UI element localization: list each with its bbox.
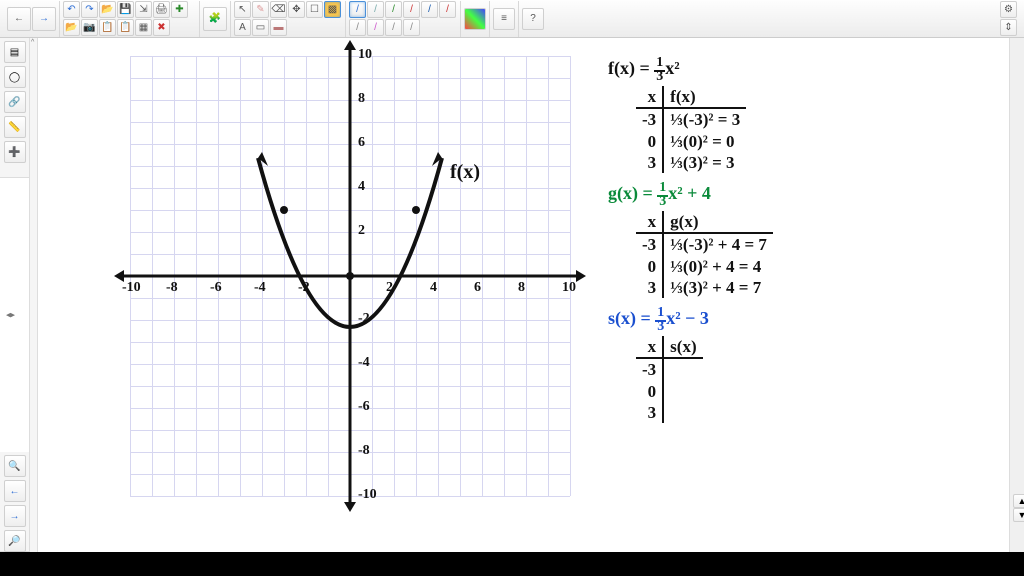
folder-button[interactable]: 📂 — [63, 19, 80, 36]
x-tick-label: -2 — [298, 280, 310, 296]
s-table: xs(x) -3 0 3 — [636, 336, 703, 423]
table-row: 0 — [636, 381, 703, 402]
table-row: 0⅓(0)² = 0 — [636, 131, 746, 152]
curve-label-f: f(x) — [450, 161, 480, 184]
table-row: -3⅓(-3)² = 3 — [636, 108, 746, 130]
table-row: 3⅓(3)² = 3 — [636, 152, 746, 173]
x-tick-label: -4 — [254, 280, 266, 296]
side-layers-button[interactable]: ▤ — [4, 41, 26, 63]
y-tick-label: -4 — [358, 355, 370, 371]
paste-button[interactable]: 📋 — [117, 19, 134, 36]
y-tick-label: 10 — [358, 47, 372, 63]
handwritten-annotations: f(x) = 13x² xf(x) -3⅓(-3)² = 3 0⅓(0)² = … — [608, 56, 1024, 431]
stroke-4[interactable]: / — [403, 1, 420, 18]
side-add-button[interactable]: ➕ — [4, 141, 26, 163]
side-shapes-button[interactable]: ◯ — [4, 66, 26, 88]
side-ruler-button[interactable]: 📏 — [4, 116, 26, 138]
color-picker-button[interactable] — [464, 8, 486, 30]
table-row: -3 — [636, 358, 703, 380]
f-table: xf(x) -3⅓(-3)² = 3 0⅓(0)² = 0 3⅓(3)² = 3 — [636, 86, 746, 173]
table-row: 3⅓(3)² + 4 = 7 — [636, 277, 773, 298]
table-row: -3⅓(-3)² + 4 = 7 — [636, 233, 773, 255]
y-tick-label: 6 — [358, 135, 365, 151]
y-tick-label: -8 — [358, 443, 370, 459]
export-button[interactable]: ⇲ — [135, 1, 152, 18]
align-button[interactable]: ≡ — [493, 8, 515, 30]
stroke-7[interactable]: / — [349, 19, 366, 36]
highlight-tool[interactable]: ▩ — [324, 1, 341, 18]
s-expression: s(x) = 13x² − 3 — [608, 306, 1024, 334]
stroke-5[interactable]: / — [421, 1, 438, 18]
new-button[interactable]: ✚ — [171, 1, 188, 18]
stroke-6[interactable]: / — [439, 1, 456, 18]
x-tick-label: 4 — [430, 280, 437, 296]
bottom-black-bar — [0, 552, 1024, 576]
y-tick-label: 2 — [358, 223, 365, 239]
side-prev-button[interactable]: ← — [4, 480, 26, 502]
undo-button[interactable]: ↶ — [63, 1, 80, 18]
save-button[interactable]: 💾 — [117, 1, 134, 18]
stroke-8[interactable]: / — [367, 19, 384, 36]
side-link-button[interactable]: 🔗 — [4, 91, 26, 113]
table-button[interactable]: ▦ — [135, 19, 152, 36]
x-tick-label: -6 — [210, 280, 222, 296]
parabola-f — [130, 56, 570, 496]
drawing-canvas[interactable]: f(x) -10-8-6-4-2246810-10-8-6-4-2246810 … — [38, 38, 1009, 552]
pen-tool[interactable]: ✎ — [252, 1, 269, 18]
screenshot-button[interactable]: 📷 — [81, 19, 98, 36]
arrow-right-icon — [576, 270, 586, 282]
g-table: xg(x) -3⅓(-3)² + 4 = 7 0⅓(0)² + 4 = 4 3⅓… — [636, 211, 773, 298]
print-button[interactable]: 🖨 — [153, 1, 170, 18]
x-tick-label: 2 — [386, 280, 393, 296]
open-button[interactable]: 📂 — [99, 1, 116, 18]
table-row: 3 — [636, 402, 703, 423]
vertical-ruler: ^ — [30, 38, 38, 552]
y-tick-label: 4 — [358, 179, 365, 195]
sidebar-collapse-handle[interactable]: ◂▸ — [6, 310, 15, 321]
table-row: 0⅓(0)² + 4 = 4 — [636, 256, 773, 277]
text-tool[interactable]: A — [234, 19, 251, 36]
y-tick-label: -6 — [358, 399, 370, 415]
copy-button[interactable]: 📋 — [99, 19, 116, 36]
side-zoomin-button[interactable]: 🔍 — [4, 455, 26, 477]
help-button[interactable]: ? — [522, 8, 544, 30]
expand-button[interactable]: ⇕ — [1000, 19, 1017, 36]
delete-button[interactable]: ✖ — [153, 19, 170, 36]
g-expression: g(x) = 13x² + 4 — [608, 181, 1024, 209]
select-tool[interactable]: ☐ — [306, 1, 323, 18]
side-zoomout-button[interactable]: 🔎 — [4, 530, 26, 552]
x-tick-label: -10 — [122, 280, 141, 296]
stroke-10[interactable]: / — [403, 19, 420, 36]
eraser-tool[interactable]: ⌫ — [270, 1, 287, 18]
nav-forward-button[interactable]: → — [32, 7, 56, 31]
stroke-3[interactable]: / — [385, 1, 402, 18]
y-tick-label: -10 — [358, 487, 377, 503]
y-tick-label: 8 — [358, 91, 365, 107]
pointer-tool[interactable]: ↖ — [234, 1, 251, 18]
x-tick-label: -8 — [166, 280, 178, 296]
arrow-down-icon — [344, 502, 356, 512]
highlighter-tool[interactable]: ▬ — [270, 19, 287, 36]
settings-button[interactable]: ⚙ — [1000, 1, 1017, 18]
x-tick-label: 8 — [518, 280, 525, 296]
x-tick-label: 6 — [474, 280, 481, 296]
nav-back-button[interactable]: ← — [7, 7, 31, 31]
page-up-button[interactable]: ▲ — [1013, 494, 1024, 508]
stroke-2[interactable]: / — [367, 1, 384, 18]
redo-button[interactable]: ↷ — [81, 1, 98, 18]
coordinate-grid: f(x) -10-8-6-4-2246810-10-8-6-4-2246810 — [130, 56, 570, 496]
move-tool[interactable]: ✥ — [288, 1, 305, 18]
side-next-button[interactable]: → — [4, 505, 26, 527]
stroke-plain-blue[interactable]: / — [349, 1, 366, 18]
x-tick-label: 10 — [562, 280, 576, 296]
y-tick-label: -2 — [358, 311, 370, 327]
page-down-button[interactable]: ▼ — [1013, 508, 1024, 522]
marquee-tool[interactable]: ▭ — [252, 19, 269, 36]
arrow-up-icon — [344, 40, 356, 50]
left-sidebar: ▤ ◯ 🔗 📏 ➕ ◂▸ 🔍 ← → 🔎 — [0, 38, 30, 552]
stroke-9[interactable]: / — [385, 19, 402, 36]
main-toolbar: ← → ↶ ↷ 📂 💾 ⇲ 🖨 ✚ 📂 📷 📋 📋 ▦ ✖ 🧩 ↖ ✎ ⌫ ✥ … — [0, 0, 1024, 38]
plugin-button[interactable]: 🧩 — [203, 7, 227, 31]
f-expression: f(x) = 13x² — [608, 56, 1024, 84]
